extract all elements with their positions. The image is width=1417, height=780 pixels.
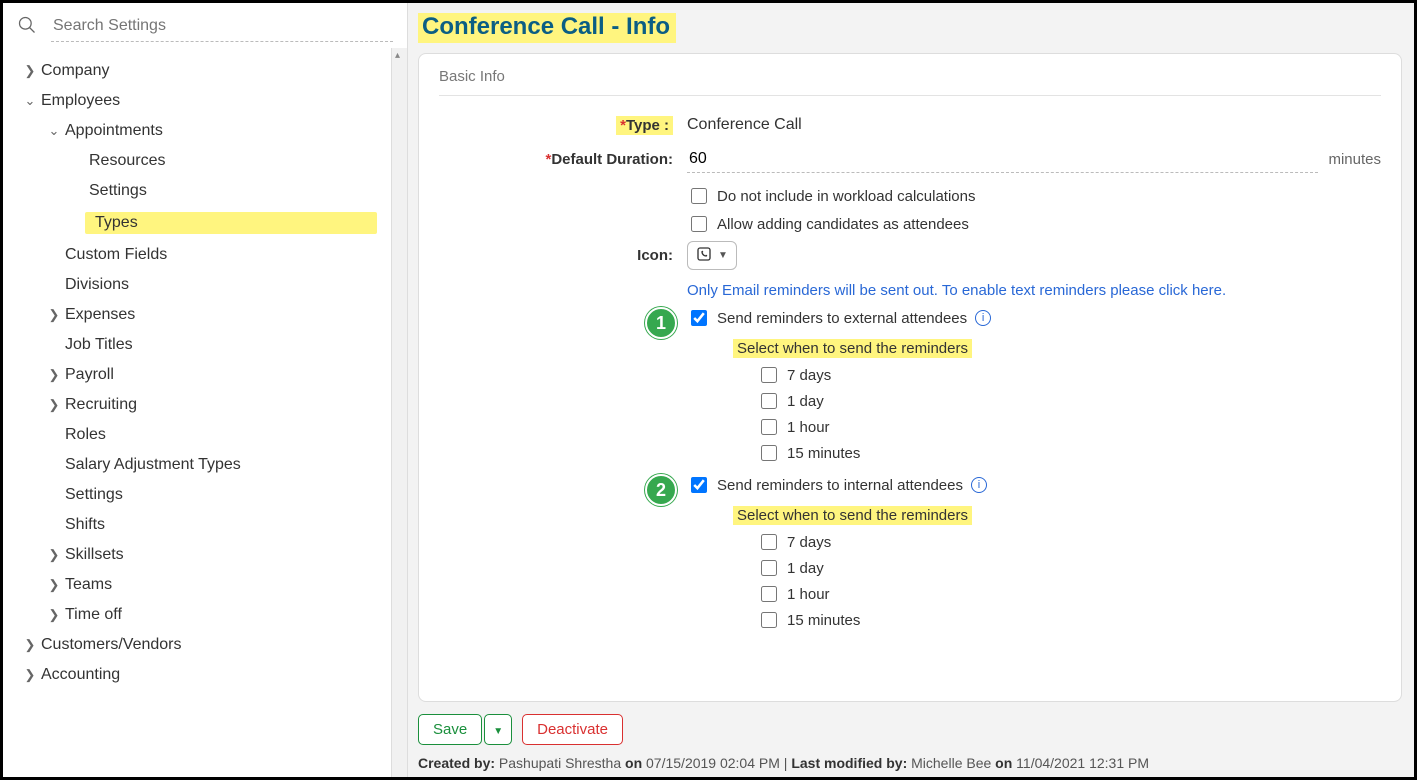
internal-reminders-checkbox[interactable] bbox=[691, 477, 707, 493]
opt-label: 7 days bbox=[787, 367, 831, 384]
chevron-right-icon: ❯ bbox=[43, 307, 65, 323]
nav-salary-adj[interactable]: Salary Adjustment Types bbox=[7, 450, 387, 480]
search-row bbox=[3, 3, 407, 48]
phone-icon bbox=[696, 246, 712, 265]
nav-appointments[interactable]: ⌄Appointments bbox=[7, 116, 387, 146]
chevron-down-icon: ⌄ bbox=[19, 93, 41, 109]
icon-picker[interactable]: ▼ bbox=[687, 241, 737, 270]
opt-label: 15 minutes bbox=[787, 445, 860, 462]
settings-nav: ❯Company ⌄Employees ⌄Appointments Resour… bbox=[3, 48, 391, 777]
nav-recruiting[interactable]: ❯Recruiting bbox=[7, 390, 387, 420]
workload-label: Do not include in workload calculations bbox=[717, 188, 975, 205]
badge-1: 1 bbox=[645, 307, 677, 339]
nav-roles[interactable]: Roles bbox=[7, 420, 387, 450]
chevron-right-icon: ❯ bbox=[19, 637, 41, 653]
workload-checkbox[interactable] bbox=[691, 188, 707, 204]
int-15min[interactable] bbox=[761, 612, 777, 628]
basic-info-card: Basic Info *Type : Conference Call *Defa… bbox=[418, 53, 1402, 702]
sidebar-scrollbar[interactable] bbox=[391, 48, 407, 777]
nav-divisions[interactable]: Divisions bbox=[7, 270, 387, 300]
reminder-notice-link[interactable]: Only Email reminders will be sent out. T… bbox=[687, 282, 1226, 299]
opt-label: 1 hour bbox=[787, 586, 830, 603]
int-7days[interactable] bbox=[761, 534, 777, 550]
nav-resources[interactable]: Resources bbox=[7, 146, 387, 176]
chevron-down-icon: ⌄ bbox=[43, 123, 65, 139]
deactivate-button[interactable]: Deactivate bbox=[522, 714, 623, 745]
info-icon[interactable]: i bbox=[971, 477, 987, 493]
badge-2: 2 bbox=[645, 474, 677, 506]
caret-down-icon: ▼ bbox=[493, 726, 503, 737]
nav-shifts[interactable]: Shifts bbox=[7, 510, 387, 540]
type-label: Type : bbox=[626, 117, 669, 134]
nav-teams[interactable]: ❯Teams bbox=[7, 570, 387, 600]
caret-down-icon: ▼ bbox=[718, 250, 728, 261]
ext-1hour[interactable] bbox=[761, 419, 777, 435]
nav-types[interactable]: Types bbox=[7, 206, 387, 240]
nav-expenses[interactable]: ❯Expenses bbox=[7, 300, 387, 330]
ext-15min[interactable] bbox=[761, 445, 777, 461]
page-title: Conference Call - Info bbox=[418, 13, 676, 43]
nav-payroll[interactable]: ❯Payroll bbox=[7, 360, 387, 390]
chevron-right-icon: ❯ bbox=[43, 367, 65, 383]
duration-unit: minutes bbox=[1328, 151, 1381, 168]
int-1day[interactable] bbox=[761, 560, 777, 576]
duration-label: Default Duration: bbox=[551, 151, 673, 168]
settings-sidebar: ❯Company ⌄Employees ⌄Appointments Resour… bbox=[3, 3, 408, 777]
chevron-right-icon: ❯ bbox=[43, 607, 65, 623]
info-icon[interactable]: i bbox=[975, 310, 991, 326]
nav-time-off[interactable]: ❯Time off bbox=[7, 600, 387, 630]
chevron-right-icon: ❯ bbox=[43, 577, 65, 593]
chevron-right-icon: ❯ bbox=[19, 667, 41, 683]
nav-emp-settings[interactable]: Settings bbox=[7, 480, 387, 510]
save-dropdown[interactable]: ▼ bbox=[484, 714, 512, 745]
external-reminders-checkbox[interactable] bbox=[691, 310, 707, 326]
type-value: Conference Call bbox=[687, 116, 802, 134]
internal-hint: Select when to send the reminders bbox=[733, 506, 972, 525]
nav-skillsets[interactable]: ❯Skillsets bbox=[7, 540, 387, 570]
candidates-checkbox[interactable] bbox=[691, 216, 707, 232]
int-1hour[interactable] bbox=[761, 586, 777, 602]
opt-label: 1 hour bbox=[787, 419, 830, 436]
main-panel: Conference Call - Info Basic Info *Type … bbox=[408, 3, 1414, 777]
candidates-label: Allow adding candidates as attendees bbox=[717, 216, 969, 233]
opt-label: 1 day bbox=[787, 560, 824, 577]
external-reminders-label: Send reminders to external attendees bbox=[717, 310, 967, 327]
duration-input[interactable] bbox=[687, 146, 1318, 173]
nav-custom-fields[interactable]: Custom Fields bbox=[7, 240, 387, 270]
nav-appt-settings[interactable]: Settings bbox=[7, 176, 387, 206]
chevron-right-icon: ❯ bbox=[43, 547, 65, 563]
nav-company[interactable]: ❯Company bbox=[7, 56, 387, 86]
section-title: Basic Info bbox=[439, 68, 1381, 96]
action-row: Save ▼ Deactivate bbox=[418, 714, 1402, 745]
nav-customers[interactable]: ❯Customers/Vendors bbox=[7, 630, 387, 660]
ext-7days[interactable] bbox=[761, 367, 777, 383]
search-icon bbox=[17, 15, 37, 39]
icon-label: Icon: bbox=[637, 247, 673, 264]
external-hint: Select when to send the reminders bbox=[733, 339, 972, 358]
nav-employees[interactable]: ⌄Employees bbox=[7, 86, 387, 116]
ext-1day[interactable] bbox=[761, 393, 777, 409]
opt-label: 7 days bbox=[787, 534, 831, 551]
internal-reminders-label: Send reminders to internal attendees bbox=[717, 477, 963, 494]
nav-accounting[interactable]: ❯Accounting bbox=[7, 660, 387, 690]
save-button[interactable]: Save bbox=[418, 714, 482, 745]
audit-meta: Created by: Pashupati Shrestha on 07/15/… bbox=[418, 755, 1402, 771]
opt-label: 15 minutes bbox=[787, 612, 860, 629]
chevron-right-icon: ❯ bbox=[43, 397, 65, 413]
opt-label: 1 day bbox=[787, 393, 824, 410]
chevron-right-icon: ❯ bbox=[19, 63, 41, 79]
nav-job-titles[interactable]: Job Titles bbox=[7, 330, 387, 360]
search-input[interactable] bbox=[51, 11, 393, 42]
